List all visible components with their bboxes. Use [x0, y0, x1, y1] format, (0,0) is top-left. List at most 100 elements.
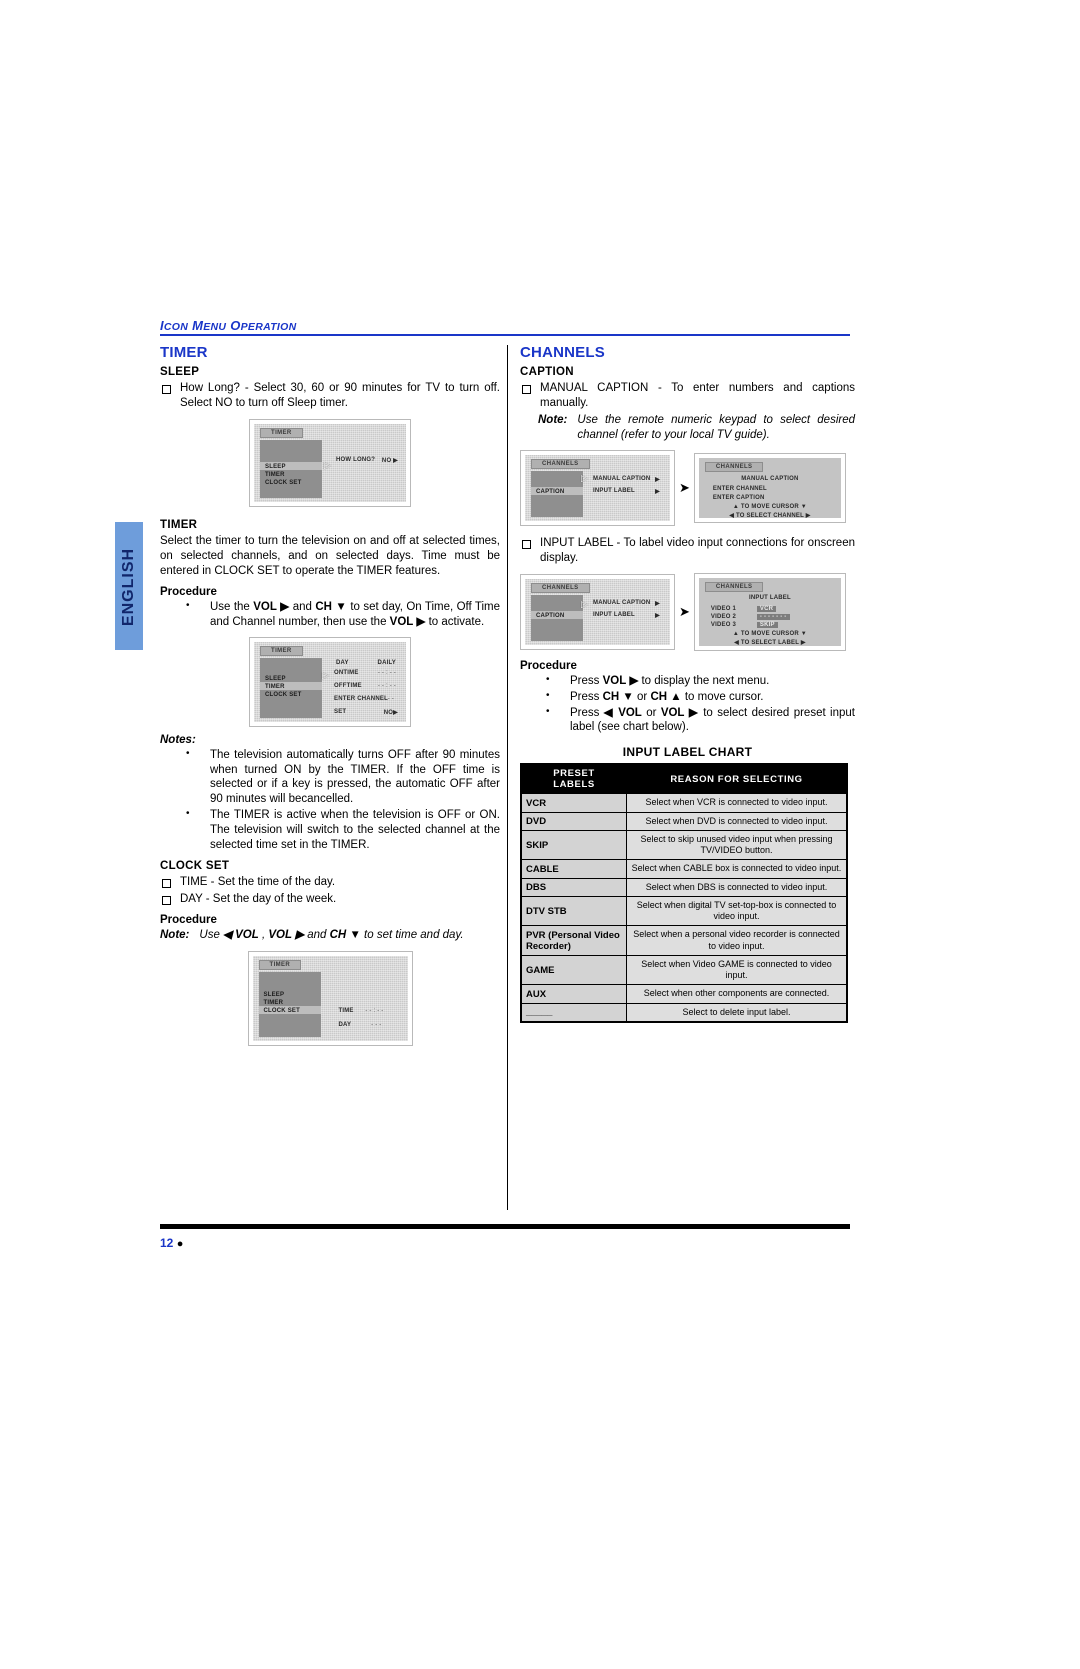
osd-tab-label: TIMER [260, 427, 303, 438]
right-column: CHANNELS CAPTION MANUAL CAPTION - To ent… [520, 340, 855, 1023]
clockset-procedure-heading: Procedure [160, 914, 217, 926]
osd-tab-label: CHANNELS [531, 582, 590, 593]
osd-inputlabel-left-frame: CHANNELS CAPTION ▷ MANUAL CAPTION ▶ INPU… [520, 573, 675, 650]
cell-reason: Select when DBS is connected to video in… [626, 877, 848, 897]
table-row: CABLE Select when CABLE box is connected… [520, 859, 848, 879]
osd-arrow-icon: ▶ [655, 476, 660, 483]
osd-tab-label: TIMER [258, 959, 302, 970]
osd-clockset: TIMER SLEEP TIMER CLOCK SET TIME - - : -… [252, 955, 408, 1041]
osd-arrow-icon: ▶ [655, 488, 660, 495]
caption-bullet-text: MANUAL CAPTION - To enter numbers and ca… [540, 382, 855, 409]
osd-set-value-text: NO [383, 709, 394, 716]
inputlabel-procedure-heading: Procedure [520, 659, 577, 672]
osd-menu-item-sleep: SLEEP [263, 991, 285, 998]
clockset-bullet-day: DAY - Set the day of the week. [160, 892, 500, 907]
cell-reason: Select when other components are connect… [626, 984, 848, 1004]
osd-hint-move-cursor: ▲ TO MOVE CURSOR ▼ [732, 630, 807, 637]
osd-timer: TIMER SLEEP TIMER CLOCK SET ▷ DAY DAILY … [254, 641, 406, 722]
cell-reason: Select when Video GAME is connected to v… [626, 954, 848, 986]
osd-caption-right-frame: CHANNELS MANUAL CAPTION ENTER CHANNEL EN… [693, 452, 846, 523]
osd-menu-pane: SLEEP TIMER CLOCK SET [260, 657, 322, 718]
table-row: DTV STB Select when digital TV set-top-b… [520, 895, 848, 927]
osd-tab-label: CHANNELS [704, 461, 764, 472]
osd-row-input-label: INPUT LABEL [593, 611, 635, 618]
osd-row-enterchannel-value: - - - [383, 695, 394, 702]
note-label: Note: [160, 929, 190, 941]
osd-row-video2: VIDEO 2 [710, 613, 736, 620]
clockset-bullet-time: TIME - Set the time of the day. [160, 875, 500, 890]
page-number: 12 [160, 1236, 174, 1250]
osd-menu-pane: SLEEP TIMER CLOCK SET [260, 439, 322, 498]
osd-title-manual-caption: MANUAL CAPTION [741, 475, 799, 482]
osd-tab-label: TIMER [260, 645, 303, 656]
osd-row-time-label: TIME [338, 1007, 354, 1014]
heading-timer: TIMER [160, 518, 198, 531]
table-row: DBS Select when DBS is connected to vide… [520, 877, 848, 897]
breadcrumb: ICON MENU OPERATION [160, 318, 850, 333]
sleep-bullet-text: How Long? - Select 30, 60 or 90 minutes … [180, 382, 500, 409]
osd-hint-select-channel: ◀ TO SELECT CHANNEL ▶ [729, 512, 811, 518]
osd-caption-right: CHANNELS MANUAL CAPTION ENTER CHANNEL EN… [698, 457, 841, 518]
manual-page: ENGLISH ICON MENU OPERATION TIMER SLEEP … [0, 0, 1080, 1669]
timer-notes-list: The television automatically turns OFF a… [160, 747, 500, 854]
checkbox-icon [162, 896, 171, 906]
osd-menu-item-timer: TIMER [260, 681, 322, 690]
osd-value-video2: - - - - - - - [756, 613, 790, 620]
osd-inputlabel-right-frame: CHANNELS INPUT LABEL VIDEO 1 VIDEO 2 VID… [693, 572, 846, 651]
table-row: _____ Select to delete input label. [520, 1002, 848, 1023]
checkbox-icon [522, 539, 531, 549]
osd-cursor-icon: ▷ [322, 669, 329, 680]
osd-row-howlong-value: NO ▶ [381, 457, 398, 464]
osd-row-enterchannel-label: ENTER CHANNEL [334, 695, 388, 702]
osd-row-day-value: DAILY [377, 659, 396, 666]
cell-label: GAME [520, 954, 627, 986]
table-row: AUX Select when other components are con… [520, 984, 848, 1004]
inputlabel-procedure-list: Press VOL ▶ to display the next menu. Pr… [520, 673, 855, 736]
footer-rule [160, 1224, 850, 1229]
osd-menu-item-clockset: CLOCK SET [265, 479, 302, 486]
table-row: GAME Select when Video GAME is connected… [520, 954, 848, 986]
osd-caption-left-frame: CHANNELS CAPTION ▷ MANUAL CAPTION ▶ INPU… [520, 449, 675, 526]
osd-row-howlong-label: HOW LONG? [336, 456, 376, 463]
column-divider [507, 345, 508, 1210]
flow-arrow-icon: ➤ [679, 480, 690, 496]
osd-menu-item-sleep: SLEEP [265, 675, 286, 682]
osd-menu-pane: CAPTION [531, 594, 583, 641]
clockset-bullet-day-text: DAY - Set the day of the week. [180, 893, 337, 906]
list-item: Press VOL ▶ to display the next menu. [520, 673, 855, 689]
osd-menu-item-timer: TIMER [263, 999, 284, 1006]
cell-label: DVD [520, 811, 627, 831]
cell-label: DBS [520, 877, 627, 897]
list-item: Press ◀ VOL or VOL ▶ to select desired p… [520, 705, 855, 736]
cell-reason: Select when CABLE box is connected to vi… [626, 859, 848, 879]
column-header-reason: REASON FOR SELECTING [626, 763, 848, 795]
osd-sleep-frame: TIMER SLEEP TIMER CLOCK SET ▷ HOW LONG? … [249, 418, 411, 507]
osd-howlong-value-text: NO [381, 457, 392, 464]
checkbox-icon [162, 385, 171, 394]
osd-row-set-label: SET [334, 708, 347, 715]
osd-row-offtime-value: - - : - - [377, 682, 396, 689]
input-label-bullet-text: INPUT LABEL - To label video input conne… [540, 536, 855, 564]
osd-row-manual-caption: MANUAL CAPTION [593, 475, 651, 482]
table-row: SKIP Select to skip unused video input w… [520, 829, 848, 861]
osd-sleep: TIMER SLEEP TIMER CLOCK SET ▷ HOW LONG? … [254, 423, 406, 502]
heading-sleep: SLEEP [160, 366, 200, 378]
footer-dot-icon: ● [176, 1238, 184, 1250]
clockset-bullet-time-text: TIME - Set the time of the day. [180, 876, 336, 889]
osd-menu-item-clockset: CLOCK SET [258, 1005, 321, 1014]
list-item: The TIMER is active when the television … [160, 807, 500, 853]
input-label-bullet: INPUT LABEL - To label video input conne… [520, 536, 855, 566]
cell-reason: Select to skip unused video input when p… [626, 829, 848, 861]
osd-tab-label: CHANNELS [704, 581, 764, 592]
osd-arrow-icon: ▶ [655, 612, 660, 619]
list-item: Press CH ▼ or CH ▲ to move cursor. [520, 689, 855, 705]
column-header-preset-labels: PRESET LABELS [520, 763, 627, 795]
timer-procedure-heading: Procedure [160, 585, 217, 598]
osd-row-manual-caption: MANUAL CAPTION [593, 599, 651, 606]
timer-notes-heading: Notes: [160, 733, 196, 746]
table-row: VCR Select when VCR is connected to vide… [520, 793, 848, 813]
osd-menu-item-caption: CAPTION [531, 610, 583, 619]
left-column: TIMER SLEEP How Long? - Select 30, 60 or… [160, 340, 500, 1046]
cell-reason: Select when DVD is connected to video in… [626, 811, 848, 831]
osd-menu-pane: CAPTION [531, 470, 583, 517]
